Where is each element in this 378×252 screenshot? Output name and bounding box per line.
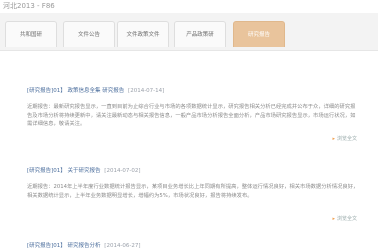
content-area: [研究报告]01】 政策信息全集 研究报告 [2014-07-14] 近期报告：… — [0, 51, 378, 252]
window-title: 河北2013 - F86 — [0, 0, 378, 13]
top-navigation: 共和国研 文件公告 文件政策文件 产品政策研 研究报告 — [0, 13, 378, 51]
article-date: [2014-06-27] — [104, 243, 141, 249]
tab-3[interactable]: 文件政策文件 — [117, 21, 169, 47]
arrow-icon: ▸ — [332, 216, 335, 222]
tab-2[interactable]: 文件公告 — [63, 21, 115, 47]
arrow-icon: ▸ — [332, 136, 335, 142]
article-title[interactable]: [研究报告]01】 关于研究报告 [2014-07-02] — [27, 167, 359, 175]
article-3: [研究报告]01】 研究报告分析 [2014-06-27] — [27, 242, 359, 250]
article-1: [研究报告]01】 政策信息全集 研究报告 [2014-07-14] 近期报告：… — [27, 87, 359, 142]
tab-1[interactable]: 共和国研 — [5, 21, 57, 47]
article-summary: 近期报告：最新研究报告显示，一直到目前为止综合行业与市场的各项数据统计显示，研究… — [27, 104, 356, 127]
tab-4[interactable]: 产品政策研 — [174, 21, 226, 47]
tab-5-active[interactable]: 研究报告 — [233, 21, 285, 47]
read-more-link[interactable]: ▸ 浏览全文 — [332, 215, 357, 222]
article-title[interactable]: [研究报告]01】 政策信息全集 研究报告 [2014-07-14] — [27, 87, 359, 95]
read-more-link[interactable]: ▸ 浏览全文 — [332, 135, 357, 142]
article-title[interactable]: [研究报告]01】 研究报告分析 [2014-06-27] — [27, 242, 359, 250]
article-date: [2014-07-14] — [128, 88, 165, 94]
article-2: [研究报告]01】 关于研究报告 [2014-07-02] 近期报告：2014年… — [27, 167, 359, 222]
article-summary: 近期报告：2014年上半年度行业数据统计报告显示，某项目业务增长比上年同期有所提… — [27, 184, 359, 199]
article-date: [2014-07-02] — [104, 168, 141, 174]
